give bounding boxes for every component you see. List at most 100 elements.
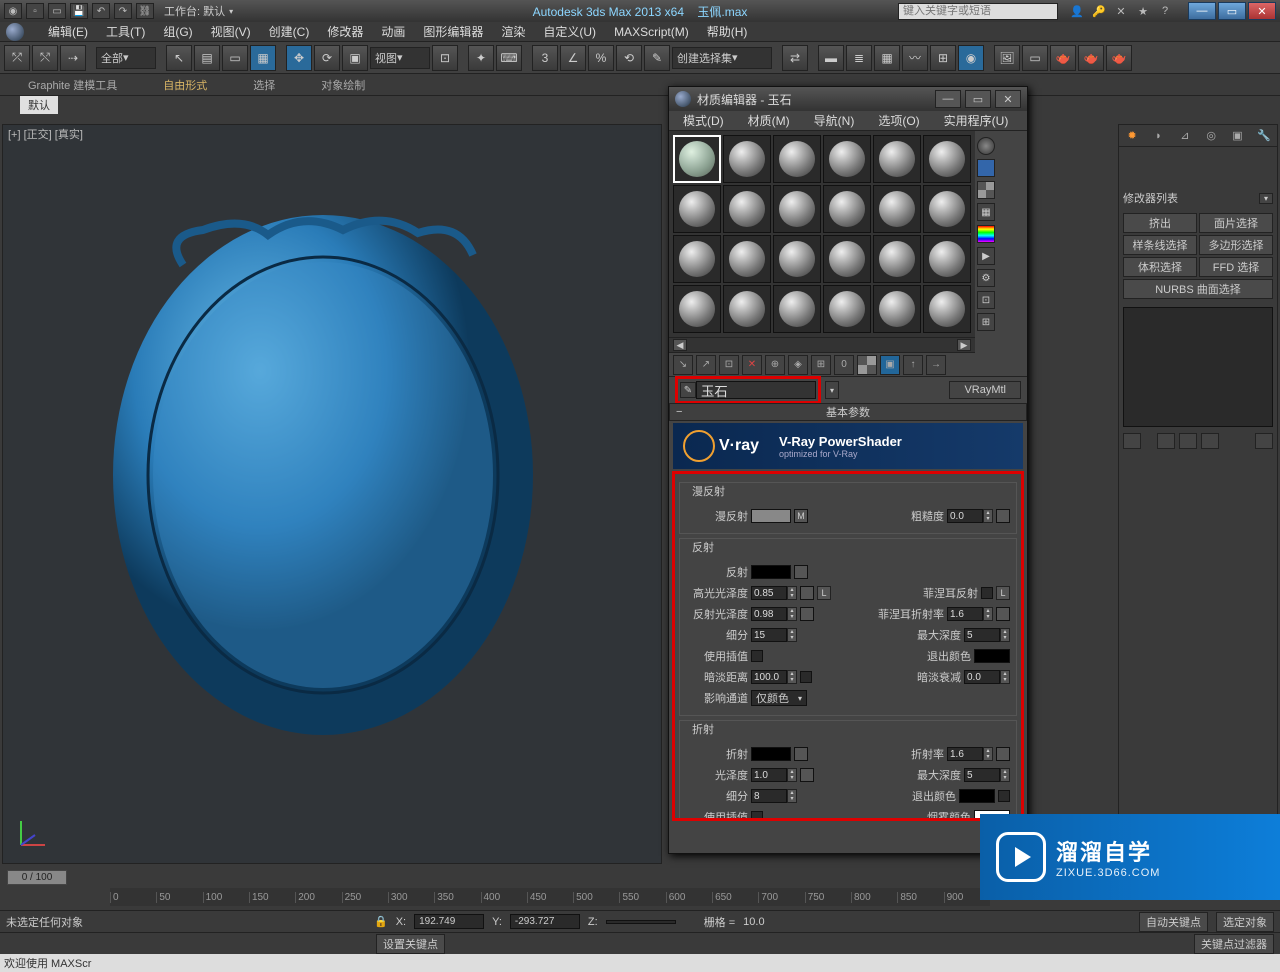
material-slot[interactable] (873, 135, 921, 183)
select-name-icon[interactable]: ▤ (194, 45, 220, 71)
refract-swatch[interactable] (751, 747, 791, 761)
help-icon[interactable]: ? (1156, 3, 1174, 19)
mat-menu-nav[interactable]: 导航(N) (804, 110, 865, 131)
ribbon-sub-default[interactable]: 默认 (20, 96, 58, 114)
exchange-icon[interactable]: ✕ (1112, 3, 1130, 19)
key-filter-button[interactable]: 关键点过滤器 (1194, 934, 1274, 954)
options-icon[interactable]: ⚙ (977, 269, 995, 287)
material-slot[interactable] (723, 235, 771, 283)
assign-to-sel-icon[interactable]: ⊡ (719, 355, 739, 375)
link-icon[interactable]: ⛓ (136, 3, 154, 19)
y-coord[interactable]: -293.727 (510, 914, 580, 929)
go-sibling-icon[interactable]: → (926, 355, 946, 375)
signin-icon[interactable]: 👤 (1068, 3, 1086, 19)
mat-maximize-button[interactable]: ▭ (965, 90, 991, 108)
mat-id-icon[interactable]: 0 (834, 355, 854, 375)
mod-spline-sel[interactable]: 样条线选择 (1123, 235, 1197, 255)
ref-coord-dropdown[interactable]: 视图 ▾ (370, 47, 430, 69)
utilities-tab-icon[interactable]: 🔧 (1254, 127, 1274, 145)
menu-maxscript[interactable]: MAXScript(M) (606, 23, 697, 41)
time-slider-handle[interactable]: 0 / 100 (7, 870, 67, 885)
spinner-snap-icon[interactable]: ⟲ (616, 45, 642, 71)
search-input[interactable] (898, 3, 1058, 20)
menu-modifiers[interactable]: 修改器 (319, 21, 371, 42)
material-slot[interactable] (873, 285, 921, 333)
rotate-icon[interactable]: ⟳ (314, 45, 340, 71)
lock-gloss-button[interactable]: L (817, 586, 831, 600)
z-coord[interactable] (606, 920, 676, 924)
open-icon[interactable]: ▭ (48, 3, 66, 19)
menu-views[interactable]: 视图(V) (203, 21, 259, 42)
reset-map-icon[interactable]: ✕ (742, 355, 762, 375)
material-slot[interactable] (823, 135, 871, 183)
material-slot[interactable] (673, 185, 721, 233)
window-crossing-icon[interactable]: ▦ (250, 45, 276, 71)
make-preview-icon[interactable]: ▶ (977, 247, 995, 265)
menu-create[interactable]: 创建(C) (261, 21, 318, 42)
hilight-gloss-spinner[interactable]: ▴▾ (751, 586, 797, 600)
menu-help[interactable]: 帮助(H) (699, 21, 756, 42)
new-icon[interactable]: ▫ (26, 3, 44, 19)
named-sel-dropdown[interactable]: 创建选择集 ▾ (672, 47, 772, 69)
menu-group[interactable]: 组(G) (155, 21, 200, 42)
menu-tools[interactable]: 工具(T) (98, 21, 153, 42)
refr-maxdepth-spinner[interactable]: ▴▾ (964, 768, 1010, 782)
diffuse-map-button[interactable]: M (794, 509, 808, 523)
material-slot[interactable] (723, 135, 771, 183)
sample-type-icon[interactable] (977, 137, 995, 155)
show-end-result-icon[interactable]: ▣ (880, 355, 900, 375)
ribbon-tab-paint[interactable]: 对象绘制 (313, 75, 373, 95)
curve-editor-icon[interactable]: 〰 (902, 45, 928, 71)
roughness-spinner[interactable]: ▴▾ (947, 509, 993, 523)
refl-gloss-spinner[interactable]: ▴▾ (751, 607, 797, 621)
fresnel-ior-map[interactable] (996, 607, 1010, 621)
material-slot[interactable] (873, 235, 921, 283)
timeline-ruler[interactable]: 0501001502002503003504004505005506006507… (110, 888, 990, 906)
material-name-dropdown[interactable]: ▾ (825, 381, 839, 399)
mod-poly-sel[interactable]: 多边形选择 (1199, 235, 1273, 255)
mat-close-button[interactable]: ✕ (995, 90, 1021, 108)
mod-ffd-sel[interactable]: FFD 选择 (1199, 257, 1273, 277)
workspace-label[interactable]: 工作台: 默认 (164, 3, 225, 19)
config-sets-icon[interactable] (1255, 433, 1273, 449)
pin-stack-icon[interactable] (1123, 433, 1141, 449)
material-slot[interactable] (773, 185, 821, 233)
mod-vol-sel[interactable]: 体积选择 (1123, 257, 1197, 277)
menu-custom[interactable]: 自定义(U) (535, 21, 604, 42)
dim-distance-checkbox[interactable] (800, 671, 812, 683)
background-icon[interactable] (977, 181, 995, 199)
video-color-icon[interactable] (977, 225, 995, 243)
star-icon[interactable]: ★ (1134, 3, 1152, 19)
material-slot[interactable] (773, 285, 821, 333)
x-coord[interactable]: 192.749 (414, 914, 484, 929)
material-slot[interactable] (773, 135, 821, 183)
edit-named-sel-icon[interactable]: ✎ (644, 45, 670, 71)
material-slot[interactable] (673, 235, 721, 283)
refl-maxdepth-spinner[interactable]: ▴▾ (964, 628, 1010, 642)
put-to-scene-icon[interactable]: ↗ (696, 355, 716, 375)
material-editor-icon[interactable]: ◉ (958, 45, 984, 71)
search-box[interactable] (898, 3, 1058, 20)
fresnel-ior-spinner[interactable]: ▴▾ (947, 607, 993, 621)
refl-exit-swatch[interactable] (974, 649, 1010, 663)
ribbon-icon[interactable]: ▦ (874, 45, 900, 71)
save-icon[interactable]: 💾 (70, 3, 88, 19)
material-name-input[interactable] (696, 381, 816, 399)
pick-material-icon[interactable]: ✎ (680, 382, 696, 398)
pivot-icon[interactable]: ⊡ (432, 45, 458, 71)
unlink-icon[interactable]: ⤲ (32, 45, 58, 71)
keyboard-icon[interactable]: ⌨ (496, 45, 522, 71)
mat-menu-material[interactable]: 材质(M) (738, 110, 800, 131)
material-editor-titlebar[interactable]: 材质编辑器 - 玉石 — ▭ ✕ (669, 87, 1027, 111)
align-icon[interactable]: ▬ (818, 45, 844, 71)
mat-menu-opt[interactable]: 选项(O) (868, 110, 929, 131)
go-parent-icon[interactable]: ↑ (903, 355, 923, 375)
render-iter-icon[interactable]: 🫖 (1106, 45, 1132, 71)
rendered-frame-icon[interactable]: ▭ (1022, 45, 1048, 71)
mat-menu-mode[interactable]: 模式(D) (673, 110, 734, 131)
material-slot[interactable] (673, 285, 721, 333)
layers-icon[interactable]: ≣ (846, 45, 872, 71)
render-icon[interactable]: 🫖 (1050, 45, 1076, 71)
refr-subdiv-spinner[interactable]: ▴▾ (751, 789, 797, 803)
select-manip-icon[interactable]: ✦ (468, 45, 494, 71)
